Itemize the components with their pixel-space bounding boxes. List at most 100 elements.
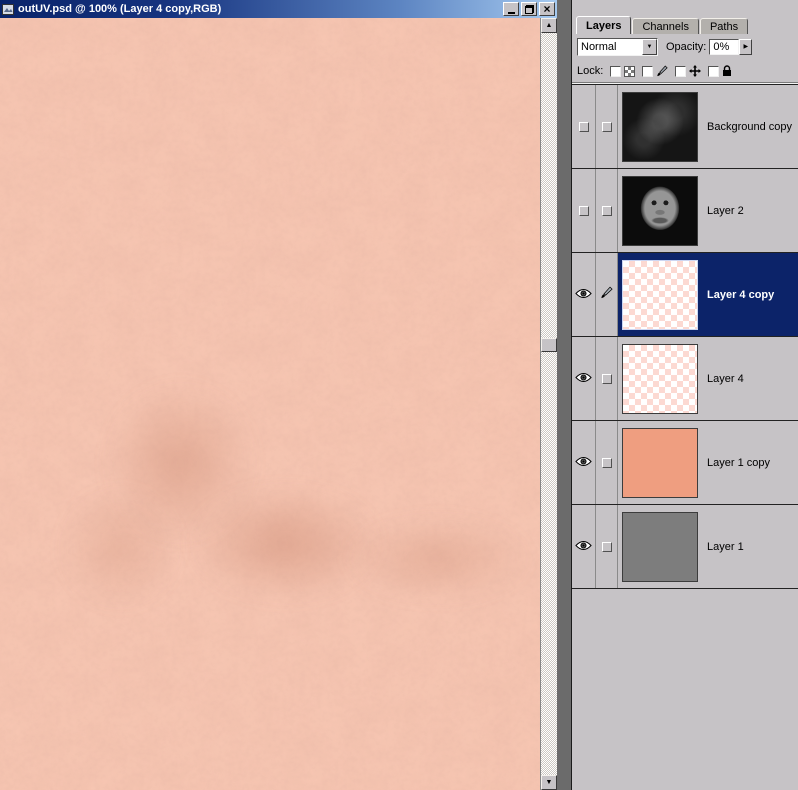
layer-row[interactable]: Layer 1 copy — [572, 421, 798, 505]
eye-icon[interactable] — [575, 454, 592, 472]
layer-row-main[interactable]: Layer 1 — [618, 505, 798, 588]
toggle-well[interactable] — [602, 206, 612, 216]
layer-row-main[interactable]: Layer 2 — [618, 169, 798, 252]
document-titlebar[interactable]: outUV.psd @ 100% (Layer 4 copy,RGB) × — [0, 0, 557, 18]
canvas-smudge — [60, 488, 180, 608]
lock-row: Lock: — [572, 60, 798, 82]
blend-mode-select[interactable]: Normal ▼ — [577, 38, 658, 56]
canvas-smudge — [345, 516, 530, 601]
document-title: outUV.psd @ 100% (Layer 4 copy,RGB) — [18, 3, 500, 15]
layer-row-main[interactable]: Background copy — [618, 85, 798, 168]
close-icon: × — [543, 4, 550, 14]
canvas-texture — [0, 18, 540, 790]
restore-icon — [525, 5, 534, 14]
layer-name: Layer 4 — [707, 373, 744, 385]
slider-arrow-icon: ▶ — [744, 44, 749, 50]
scroll-up-button[interactable]: ▲ — [541, 18, 557, 33]
chevron-down-icon: ▼ — [647, 44, 653, 50]
lock-transparency-checkbox[interactable] — [610, 66, 621, 77]
layer-name: Layer 1 — [707, 541, 744, 553]
visibility-cell[interactable] — [572, 505, 596, 588]
scrollbar-thumb[interactable] — [541, 338, 557, 352]
edit-state-cell[interactable] — [596, 421, 618, 504]
blend-mode-dropdown-button[interactable]: ▼ — [642, 39, 657, 55]
layer-thumbnail[interactable] — [622, 260, 698, 330]
lock-all-group — [708, 65, 732, 77]
layer-row[interactable]: Layer 1 — [572, 505, 798, 589]
layer-thumbnail[interactable] — [622, 428, 698, 498]
toggle-well[interactable] — [602, 458, 612, 468]
visibility-cell[interactable] — [572, 337, 596, 420]
up-arrow-icon: ▲ — [546, 22, 553, 29]
photoshop-workspace: outUV.psd @ 100% (Layer 4 copy,RGB) × — [0, 0, 798, 790]
brush-icon — [656, 65, 668, 77]
edit-state-cell[interactable] — [596, 253, 618, 336]
document-body: ▲ ▼ — [0, 18, 557, 790]
minimize-icon — [508, 12, 515, 14]
tab-channels[interactable]: Channels — [632, 18, 698, 34]
eye-icon[interactable] — [575, 538, 592, 556]
layer-row[interactable]: Layer 4 — [572, 337, 798, 421]
opacity-value: 0% — [713, 41, 729, 53]
edit-state-cell[interactable] — [596, 169, 618, 252]
document-window: outUV.psd @ 100% (Layer 4 copy,RGB) × — [0, 0, 557, 790]
lock-label: Lock: — [577, 65, 603, 77]
scroll-down-button[interactable]: ▼ — [541, 775, 557, 790]
layer-row-main[interactable]: Layer 4 — [618, 337, 798, 420]
tab-paths-label: Paths — [710, 21, 738, 33]
canvas[interactable] — [0, 18, 540, 790]
opacity-input[interactable]: 0% — [709, 39, 739, 55]
tab-layers-label: Layers — [586, 20, 621, 32]
toggle-well[interactable] — [602, 374, 612, 384]
layer-row-main[interactable]: Layer 4 copy — [618, 253, 798, 336]
minimize-button[interactable] — [503, 2, 519, 16]
edit-state-cell[interactable] — [596, 337, 618, 420]
brush-icon — [600, 286, 613, 304]
layers-palette: Layers Channels Paths Normal ▼ Opacity: … — [571, 0, 798, 790]
window-controls: × — [503, 2, 555, 16]
tab-channels-label: Channels — [642, 21, 688, 33]
lock-position-checkbox[interactable] — [675, 66, 686, 77]
tab-layers[interactable]: Layers — [576, 16, 631, 34]
layer-name: Layer 4 copy — [707, 289, 774, 301]
canvas-smudge — [105, 383, 255, 543]
edit-state-cell[interactable] — [596, 85, 618, 168]
layer-row[interactable]: Background copy — [572, 85, 798, 169]
edit-state-cell[interactable] — [596, 505, 618, 588]
toggle-well[interactable] — [579, 122, 589, 132]
lock-icon — [722, 65, 732, 77]
vertical-scrollbar[interactable]: ▲ ▼ — [540, 18, 557, 790]
lock-image-checkbox[interactable] — [642, 66, 653, 77]
layer-thumbnail[interactable] — [622, 344, 698, 414]
layer-name: Layer 1 copy — [707, 457, 770, 469]
visibility-cell[interactable] — [572, 421, 596, 504]
palette-tab-strip: Layers Channels Paths — [572, 0, 798, 34]
layer-row-main[interactable]: Layer 1 copy — [618, 421, 798, 504]
eye-icon[interactable] — [575, 286, 592, 304]
visibility-cell[interactable] — [572, 85, 596, 168]
layer-thumbnail[interactable] — [622, 512, 698, 582]
visibility-cell[interactable] — [572, 253, 596, 336]
restore-button[interactable] — [521, 2, 537, 16]
document-icon — [2, 3, 15, 16]
layer-thumbnail[interactable] — [622, 176, 698, 246]
lock-transparency-group — [610, 66, 635, 77]
down-arrow-icon: ▼ — [546, 779, 553, 786]
opacity-label: Opacity: — [666, 41, 706, 53]
toggle-well[interactable] — [602, 542, 612, 552]
toggle-well[interactable] — [579, 206, 589, 216]
move-icon — [689, 65, 701, 77]
opacity-slider-button[interactable]: ▶ — [739, 39, 752, 55]
tab-paths[interactable]: Paths — [700, 18, 748, 34]
layer-row[interactable]: Layer 2 — [572, 169, 798, 253]
layer-thumbnail[interactable] — [622, 92, 698, 162]
visibility-cell[interactable] — [572, 169, 596, 252]
layer-row[interactable]: Layer 4 copy — [572, 253, 798, 337]
transparency-icon — [624, 66, 635, 77]
layer-name: Layer 2 — [707, 205, 744, 217]
eye-icon[interactable] — [575, 370, 592, 388]
close-button[interactable]: × — [539, 2, 555, 16]
layer-name: Background copy — [707, 121, 792, 133]
toggle-well[interactable] — [602, 122, 612, 132]
lock-all-checkbox[interactable] — [708, 66, 719, 77]
